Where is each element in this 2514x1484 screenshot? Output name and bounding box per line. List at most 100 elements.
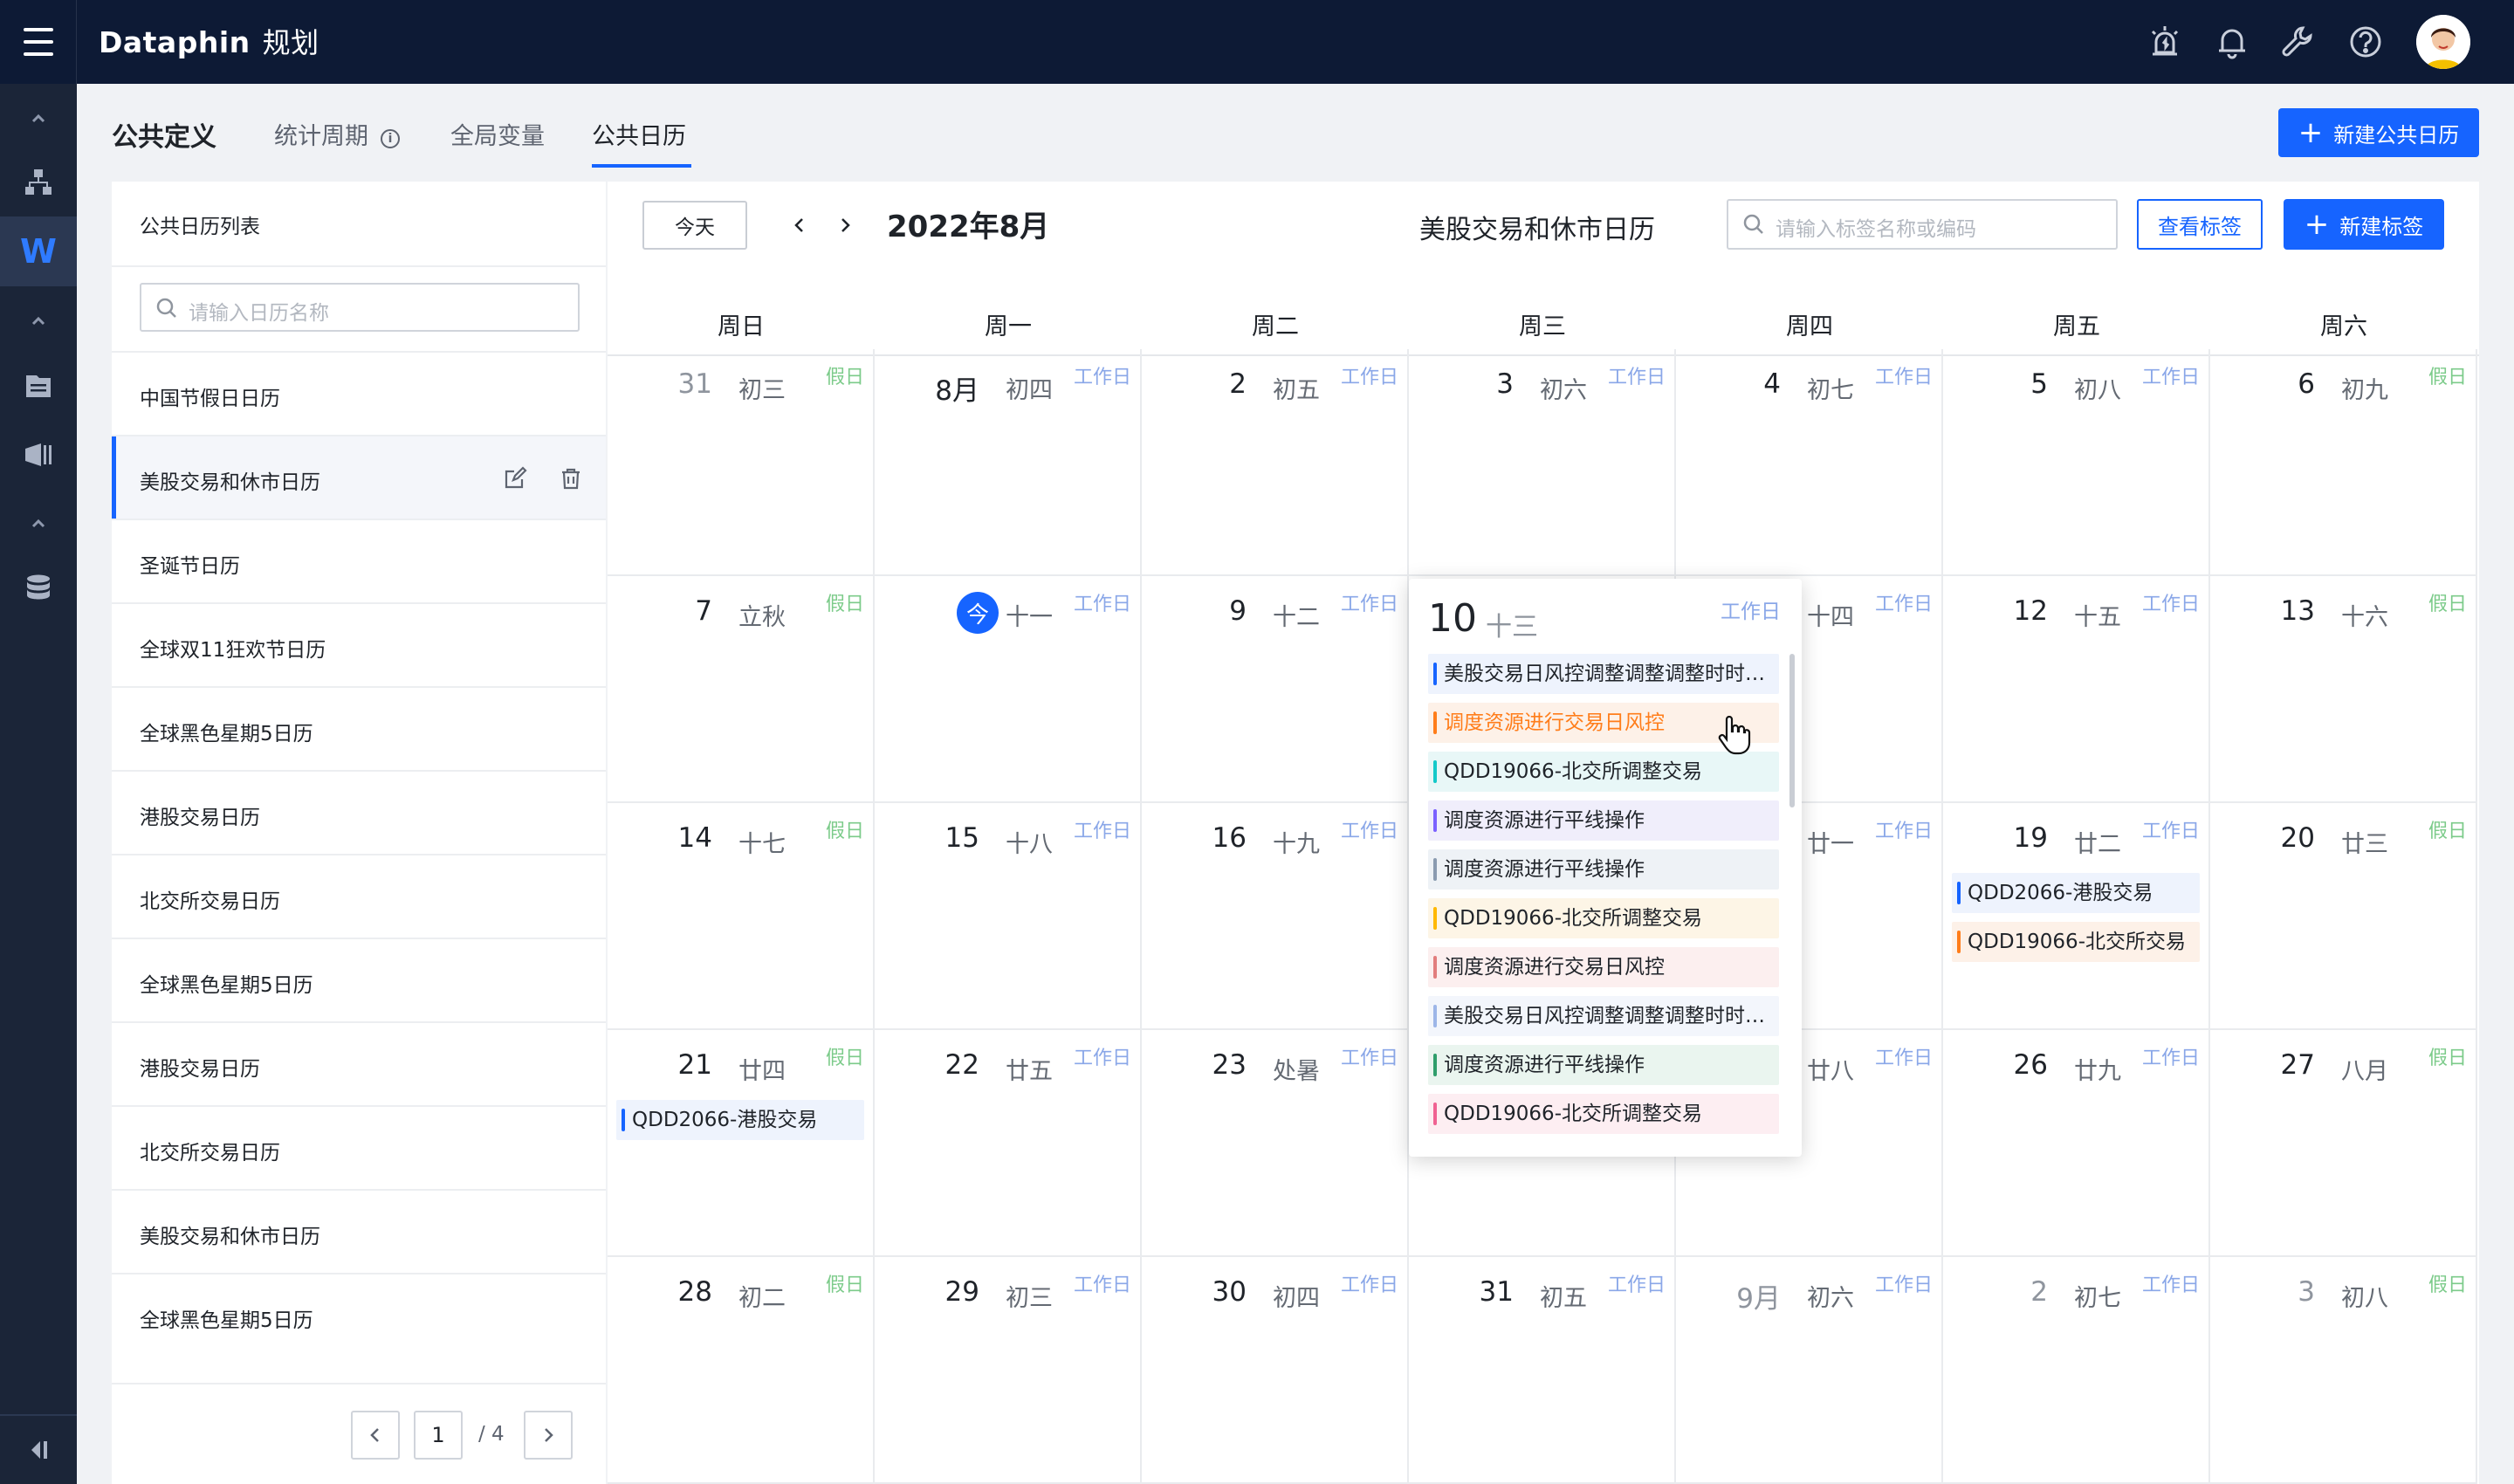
calendar-day-cell[interactable]: 31 初三 假日 xyxy=(608,349,875,576)
calendar-day-cell[interactable]: 28 初二 假日 xyxy=(608,1257,875,1484)
calendar-list-item[interactable]: 圣诞节日历 xyxy=(112,519,606,602)
day-number: 31 xyxy=(677,368,712,400)
new-public-calendar-button[interactable]: + 新建公共日历 xyxy=(2278,108,2479,157)
calendar-day-cell[interactable]: 20 廿三 假日 xyxy=(2210,803,2477,1030)
calendar-day-cell[interactable]: 2 初五 工作日 xyxy=(1142,349,1409,576)
calendar-list-item[interactable]: 中国节假日日历 xyxy=(112,351,606,435)
popover-event[interactable]: 调度资源进行平线操作 xyxy=(1428,849,1779,890)
lunar-date: 初五 xyxy=(1273,377,1320,404)
calendar-list-item[interactable]: 北交所交易日历 xyxy=(112,854,606,938)
alarm-icon[interactable] xyxy=(2146,23,2184,61)
chevron-up-icon[interactable] xyxy=(0,84,77,154)
tab-global-vars[interactable]: 全局变量 xyxy=(450,117,545,151)
bell-icon[interactable] xyxy=(2213,23,2251,61)
calendar-list-item[interactable]: 港股交易日历 xyxy=(112,770,606,854)
file-icon[interactable] xyxy=(0,351,77,421)
w-module-icon[interactable]: W xyxy=(0,216,77,286)
calendar-day-cell[interactable]: 21 廿四 假日 QDD2066-港股交易 xyxy=(608,1030,875,1257)
calendar-day-cell[interactable]: 27 八月 假日 xyxy=(2210,1030,2477,1257)
calendar-list-item[interactable]: 北交所交易日历 xyxy=(112,1105,606,1189)
database-icon[interactable] xyxy=(0,553,77,623)
calendar-name: 美股交易和休市日历 xyxy=(1419,215,1655,245)
day-number: 21 xyxy=(677,1049,712,1081)
popover-event[interactable]: 调度资源进行平线操作 xyxy=(1428,800,1779,841)
day-number: 9 xyxy=(1229,595,1247,627)
calendar-day-cell[interactable]: 19 廿二 工作日 QDD2066-港股交易 QDD19066-北交所交易 xyxy=(1943,803,2210,1030)
calendar-day-cell[interactable]: 14 十七 假日 xyxy=(608,803,875,1030)
calendar-day-cell[interactable]: 9 十二 工作日 xyxy=(1142,576,1409,803)
calendar-day-cell[interactable]: 7 立秋 假日 xyxy=(608,576,875,803)
calendar-day-cell[interactable]: 13 十六 假日 xyxy=(2210,576,2477,803)
calendar-day-cell[interactable]: 12 十五 工作日 xyxy=(1943,576,2210,803)
next-page-button[interactable] xyxy=(524,1411,573,1460)
today-button[interactable]: 今天 xyxy=(642,201,747,250)
prev-month-button[interactable] xyxy=(782,208,817,243)
collapse-icon[interactable] xyxy=(0,1414,77,1484)
tag-search-input[interactable]: 请输入标签名称或编码 xyxy=(1727,199,2118,250)
calendar-list-item[interactable]: 美股交易和休市日历 xyxy=(112,435,606,520)
chevron-up-icon[interactable] xyxy=(0,489,77,559)
info-icon[interactable]: i xyxy=(381,129,400,148)
popover-event[interactable]: 美股交易日风控调整调整调整时时… xyxy=(1428,996,1779,1036)
chevron-up-icon[interactable] xyxy=(0,286,77,356)
calendar-day-cell[interactable]: 6 初九 假日 xyxy=(2210,349,2477,576)
menu-icon[interactable] xyxy=(0,0,77,84)
calendar-day-cell[interactable]: 15 十八 工作日 xyxy=(875,803,1142,1030)
tab-stat-period[interactable]: 统计周期 i xyxy=(274,117,400,151)
calendar-day-cell[interactable]: 8月 初四 工作日 xyxy=(875,349,1142,576)
popover-event[interactable]: 调度资源进行平线操作 xyxy=(1428,1045,1779,1085)
calendar-list-item[interactable]: 全球黑色星期5日历 xyxy=(112,1273,606,1357)
calendar-event[interactable]: QDD2066-港股交易 xyxy=(1952,873,2200,913)
calendar-list-item[interactable]: 全球双11狂欢节日历 xyxy=(112,602,606,686)
avatar[interactable] xyxy=(2416,15,2470,69)
calendar-day-cell[interactable]: 22 廿五 工作日 xyxy=(875,1030,1142,1257)
calendar-search-input[interactable]: 请输入日历名称 xyxy=(140,283,580,332)
new-tag-button[interactable]: + 新建标签 xyxy=(2284,199,2444,250)
calendar-list-item-label: 港股交易日历 xyxy=(140,807,260,829)
popover-event[interactable]: QDD19066-北交所调整交易 xyxy=(1428,752,1779,792)
trash-icon[interactable] xyxy=(559,466,583,491)
calendar-day-cell[interactable]: 今十一 工作日 xyxy=(875,576,1142,803)
next-month-button[interactable] xyxy=(828,208,862,243)
calendar-day-cell[interactable]: 16 十九 工作日 xyxy=(1142,803,1409,1030)
calendar-day-cell[interactable]: 29 初三 工作日 xyxy=(875,1257,1142,1484)
page-number-input[interactable]: 1 xyxy=(414,1411,463,1460)
day-number: 2 xyxy=(1229,368,1247,400)
calendar-day-cell[interactable]: 3 初八 假日 xyxy=(2210,1257,2477,1484)
calendar-day-cell[interactable]: 31 初五 工作日 xyxy=(1409,1257,1676,1484)
calendar-day-cell[interactable]: 5 初八 工作日 xyxy=(1943,349,2210,576)
popover-event[interactable]: QDD19066-北交所调整交易 xyxy=(1428,1094,1779,1134)
calendar-day-cell[interactable]: 9月 初六 工作日 xyxy=(1676,1257,1943,1484)
help-icon[interactable] xyxy=(2346,23,2385,61)
calendar-list-item[interactable]: 全球黑色星期5日历 xyxy=(112,938,606,1021)
view-tags-button[interactable]: 查看标签 xyxy=(2137,199,2263,250)
calendar-list-item-label: 全球黑色星期5日历 xyxy=(140,723,313,745)
lunar-date: 初四 xyxy=(1273,1285,1320,1312)
calendar-day-cell[interactable]: 3 初六 工作日 xyxy=(1409,349,1676,576)
calendar-day-cell[interactable]: 26 廿九 工作日 xyxy=(1943,1030,2210,1257)
calendar-event[interactable]: QDD2066-港股交易 xyxy=(616,1100,864,1140)
wrench-icon[interactable] xyxy=(2278,23,2317,61)
prev-page-button[interactable] xyxy=(351,1411,400,1460)
calendar-day-cell[interactable]: 4 初七 工作日 xyxy=(1676,349,1943,576)
popover-scrollbar[interactable] xyxy=(1789,654,1795,807)
popover-event[interactable]: QDD19066-北交所调整交易 xyxy=(1428,898,1779,938)
tab-public-calendar[interactable]: 公共日历 xyxy=(592,117,686,151)
hierarchy-icon[interactable] xyxy=(0,147,77,216)
calendar-day-cell[interactable]: 2 初七 工作日 xyxy=(1943,1257,2210,1484)
calendar-list-item[interactable]: 美股交易和休市日历 xyxy=(112,1189,606,1273)
calendar-day-cell[interactable]: 23 处暑 工作日 xyxy=(1142,1030,1409,1257)
popover-event[interactable]: 美股交易日风控调整调整调整时时… xyxy=(1428,654,1779,694)
calendar-list-item[interactable]: 港股交易日历 xyxy=(112,1021,606,1105)
lunar-date: 初七 xyxy=(2074,1285,2121,1312)
popover-event[interactable]: 调度资源进行交易日风控 xyxy=(1428,947,1779,987)
day-number: 19 xyxy=(2013,822,2048,854)
day-kind-label: 工作日 xyxy=(1073,1274,1131,1296)
edit-icon[interactable] xyxy=(503,466,527,491)
chart-icon[interactable] xyxy=(0,419,77,489)
calendar-list-item[interactable]: 全球黑色星期5日历 xyxy=(112,686,606,770)
calendar-event[interactable]: QDD19066-北交所交易 xyxy=(1952,922,2200,962)
calendar-day-cell[interactable]: 30 初四 工作日 xyxy=(1142,1257,1409,1484)
lunar-date: 立秋 xyxy=(738,604,786,631)
lunar-date: 廿四 xyxy=(738,1058,786,1085)
